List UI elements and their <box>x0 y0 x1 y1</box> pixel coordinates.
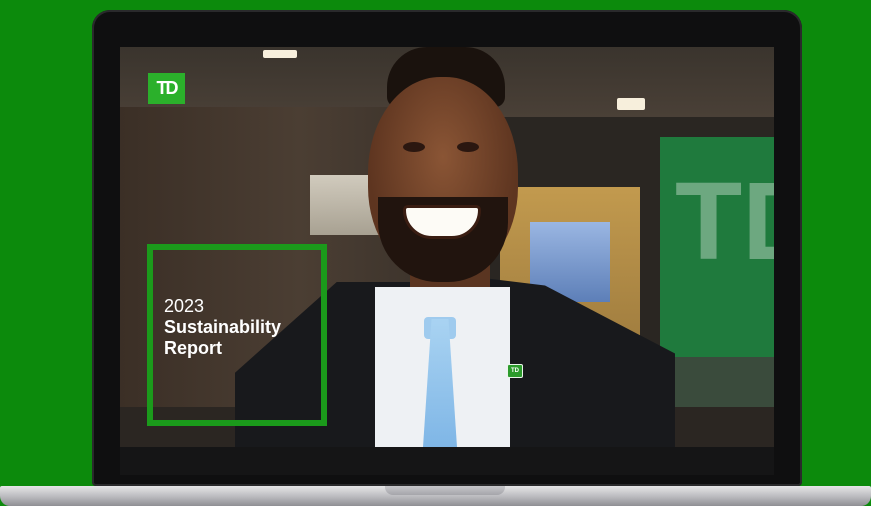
person-eye <box>457 142 479 152</box>
screen-bottom-bezel <box>120 447 774 475</box>
report-title: 2023 Sustainability Report <box>164 296 344 359</box>
ceiling-light <box>617 98 645 110</box>
td-lapel-pin: TD <box>507 364 523 378</box>
td-logo: TD <box>148 73 185 104</box>
report-title-line1: Sustainability <box>164 317 282 337</box>
report-year: 2023 <box>164 296 205 316</box>
background-td-sign: TD <box>675 160 774 283</box>
person-eye <box>403 142 425 152</box>
report-title-line2: Report <box>164 338 222 358</box>
laptop-screen: TD TD TD 2023 Sustainability Report <box>120 47 774 447</box>
ceiling-light <box>263 50 297 58</box>
laptop-base-notch <box>385 486 505 495</box>
